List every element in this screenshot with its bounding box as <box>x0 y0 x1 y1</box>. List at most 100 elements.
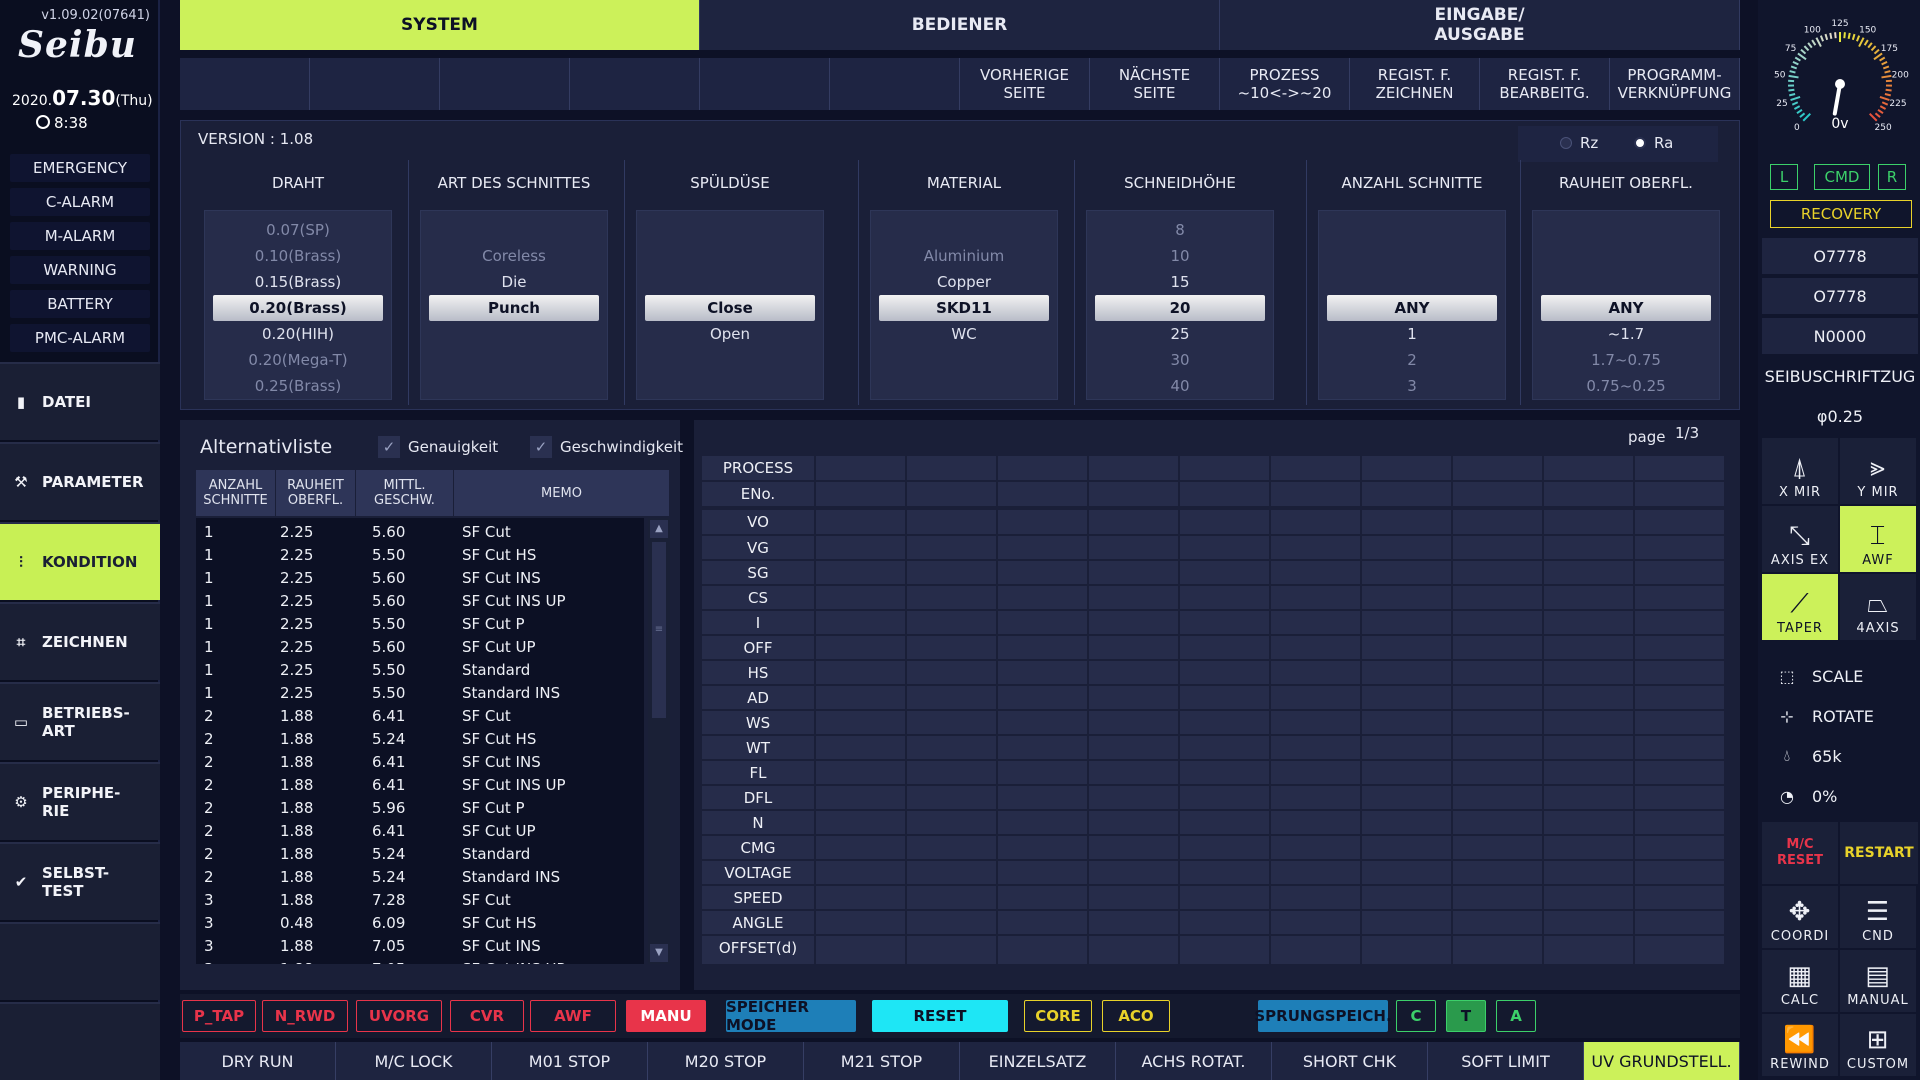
process-value-cell[interactable] <box>1089 536 1178 559</box>
option-item[interactable]: 2 <box>1319 347 1505 373</box>
process-value-cell[interactable] <box>1544 686 1633 709</box>
tile-custom[interactable]: ⊞ CUSTOM <box>1840 1014 1916 1076</box>
option-item[interactable]: 40 <box>1087 373 1273 399</box>
process-value-cell[interactable] <box>1362 711 1451 734</box>
tile-cnd[interactable]: ☰ CND <box>1840 886 1916 948</box>
toolbar-regist-f-bearbeitg[interactable]: REGIST. F. BEARBEITG. <box>1480 58 1610 110</box>
option-item[interactable]: 20 <box>1095 295 1265 321</box>
process-value-cell[interactable] <box>1180 786 1269 809</box>
process-value-cell[interactable] <box>1453 561 1542 584</box>
nav-selbst-test[interactable]: ✔ SELBST- TEST <box>0 842 160 920</box>
process-value-cell[interactable] <box>1453 536 1542 559</box>
process-value-cell[interactable] <box>998 686 1087 709</box>
process-value-cell[interactable] <box>1271 561 1360 584</box>
process-value-cell[interactable] <box>1271 482 1360 506</box>
process-value-cell[interactable] <box>1362 736 1451 759</box>
process-value-cell[interactable] <box>998 636 1087 659</box>
table-row[interactable]: 2 1.88 5.96 SF Cut P <box>196 796 644 819</box>
process-value-cell[interactable] <box>1362 661 1451 684</box>
process-value-cell[interactable] <box>1089 936 1178 964</box>
process-value-cell[interactable] <box>1635 586 1724 609</box>
process-value-cell[interactable] <box>1544 786 1633 809</box>
tile-y-mir[interactable]: ⪢ Y MIR <box>1840 438 1916 504</box>
process-value-cell[interactable] <box>1453 836 1542 859</box>
scroll-thumb[interactable]: ≡ <box>652 542 666 718</box>
process-value-cell[interactable] <box>1271 886 1360 909</box>
process-value-cell[interactable] <box>1180 686 1269 709</box>
table-row[interactable]: 3 1.88 7.05 SF Cut INS <box>196 934 644 957</box>
option-item[interactable]: 0.20(HIH) <box>205 321 391 347</box>
option-list-rauheit-oberfl[interactable]: ANY ~1.7 1.7~0.75 0.75~0.25 <box>1532 210 1720 400</box>
option-item[interactable]: Coreless <box>421 243 607 269</box>
process-value-cell[interactable] <box>1362 786 1451 809</box>
function-m20-stop[interactable]: M20 STOP <box>648 1042 804 1080</box>
process-value-cell[interactable] <box>1089 736 1178 759</box>
process-value-cell[interactable] <box>1453 456 1542 480</box>
process-value-cell[interactable] <box>1635 761 1724 784</box>
process-value-cell[interactable] <box>1180 636 1269 659</box>
option-item[interactable]: 1 <box>1319 321 1505 347</box>
toolbar-vorherige-seite[interactable]: VORHERIGE SEITE <box>960 58 1090 110</box>
table-row[interactable]: 2 1.88 6.41 SF Cut INS <box>196 750 644 773</box>
process-value-cell[interactable] <box>1544 536 1633 559</box>
process-value-cell[interactable] <box>1544 711 1633 734</box>
process-value-cell[interactable] <box>998 482 1087 506</box>
mode-reset[interactable]: RESET <box>872 1000 1008 1032</box>
option-item[interactable]: ANY <box>1541 295 1711 321</box>
process-value-cell[interactable] <box>1362 861 1451 884</box>
tile-axis-ex[interactable]: ⤡ AXIS EX <box>1762 506 1838 572</box>
process-value-cell[interactable] <box>1544 911 1633 934</box>
process-value-cell[interactable] <box>1089 811 1178 834</box>
process-value-cell[interactable] <box>1635 861 1724 884</box>
option-item[interactable]: 30 <box>1087 347 1273 373</box>
process-value-cell[interactable] <box>1453 636 1542 659</box>
process-value-cell[interactable] <box>1453 686 1542 709</box>
process-value-cell[interactable] <box>907 456 996 480</box>
process-value-cell[interactable] <box>1089 886 1178 909</box>
option-item[interactable]: 10 <box>1087 243 1273 269</box>
option-list-draht[interactable]: 0.07(SP) 0.10(Brass) 0.15(Brass) 0.20(Brass… <box>204 210 392 400</box>
process-value-cell[interactable] <box>1271 686 1360 709</box>
option-item[interactable]: 0.07(SP) <box>205 217 391 243</box>
option-list-anzahl-schnitte[interactable]: ANY 1 2 3 <box>1318 210 1506 400</box>
process-value-cell[interactable] <box>816 761 905 784</box>
process-value-cell[interactable] <box>998 761 1087 784</box>
mode-uvorg[interactable]: UVORG <box>356 1000 442 1032</box>
process-value-cell[interactable] <box>1271 761 1360 784</box>
mode-sprungspeich[interactable]: SPRUNGSPEICH. <box>1254 1000 1392 1032</box>
table-row[interactable]: 1 2.25 5.60 SF Cut INS UP <box>196 589 644 612</box>
process-value-cell[interactable] <box>1544 886 1633 909</box>
option-item[interactable]: 0.10(Brass) <box>205 243 391 269</box>
process-value-cell[interactable] <box>816 736 905 759</box>
table-row[interactable]: 2 1.88 5.24 SF Cut HS <box>196 727 644 750</box>
option-item[interactable]: 25 <box>1087 321 1273 347</box>
process-value-cell[interactable] <box>1180 711 1269 734</box>
nav-parameter[interactable]: ⚒ PARAMETER <box>0 442 160 520</box>
process-value-cell[interactable] <box>1362 761 1451 784</box>
toolbar-n-chste-seite[interactable]: NÄCHSTE SEITE <box>1090 58 1220 110</box>
process-value-cell[interactable] <box>1362 456 1451 480</box>
process-value-cell[interactable] <box>1544 611 1633 634</box>
lcr-r[interactable]: R <box>1878 164 1906 190</box>
mode-t[interactable]: T <box>1446 1000 1486 1032</box>
process-value-cell[interactable] <box>998 536 1087 559</box>
process-value-cell[interactable] <box>1635 836 1724 859</box>
mode-cvr[interactable]: CVR <box>450 1000 524 1032</box>
process-value-cell[interactable] <box>1271 861 1360 884</box>
process-value-cell[interactable] <box>1453 661 1542 684</box>
option-item[interactable]: Copper <box>871 269 1057 295</box>
process-value-cell[interactable] <box>1453 811 1542 834</box>
option-item[interactable]: Open <box>637 321 823 347</box>
process-value-cell[interactable] <box>1544 586 1633 609</box>
process-value-cell[interactable] <box>1544 861 1633 884</box>
function-m01-stop[interactable]: M01 STOP <box>492 1042 648 1080</box>
process-value-cell[interactable] <box>1089 911 1178 934</box>
option-item[interactable]: 0.15(Brass) <box>205 269 391 295</box>
function-dry-run[interactable]: DRY RUN <box>180 1042 336 1080</box>
process-value-cell[interactable] <box>1089 711 1178 734</box>
process-value-cell[interactable] <box>1453 482 1542 506</box>
table-row[interactable]: 1 2.25 5.50 SF Cut HS <box>196 543 644 566</box>
process-value-cell[interactable] <box>998 456 1087 480</box>
process-value-cell[interactable] <box>1089 686 1178 709</box>
table-row[interactable]: 1 2.25 5.60 SF Cut UP <box>196 635 644 658</box>
